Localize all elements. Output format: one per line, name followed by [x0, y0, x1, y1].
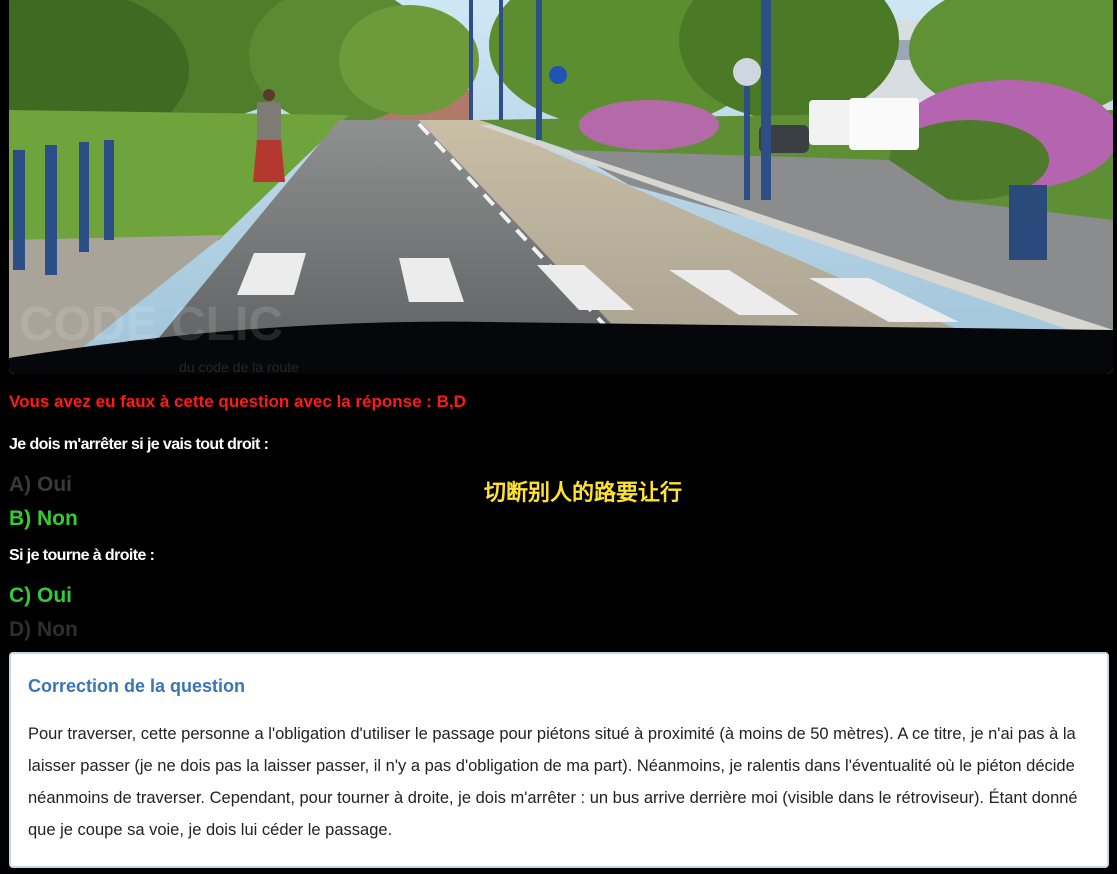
- answer-d[interactable]: D) Non: [9, 618, 78, 642]
- answer-c[interactable]: C) Oui: [9, 584, 72, 608]
- correction-text: Pour traverser, cette personne a l'oblig…: [28, 725, 1078, 839]
- correction-panel: Correction de la question Pour traverser…: [9, 652, 1109, 868]
- question-photo: CODE CLIC du code de la route: [9, 0, 1113, 374]
- error-feedback: Vous avez eu faux à cette question avec …: [9, 392, 466, 411]
- road-scene-photo-icon: CODE CLIC du code de la route: [9, 0, 1113, 374]
- svg-text:CODE CLIC: CODE CLIC: [19, 298, 283, 351]
- question-1-label: Je dois m'arrêter si je vais tout droit …: [9, 436, 269, 453]
- question-2-label: Si je tourne à droite :: [9, 547, 155, 564]
- answer-b[interactable]: B) Non: [9, 507, 78, 531]
- overlay-note: 切断别人的路要让行: [484, 481, 683, 506]
- answer-a[interactable]: A) Oui: [9, 473, 72, 497]
- svg-text:du code de la route: du code de la route: [179, 359, 299, 374]
- correction-title: Correction de la question: [28, 676, 246, 696]
